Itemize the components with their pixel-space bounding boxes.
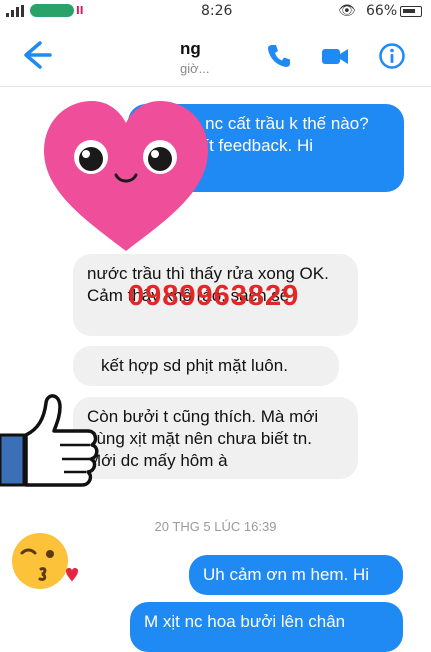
phone-number-overlay: 0989963829 (128, 280, 300, 312)
active-status: giờ... (180, 61, 210, 76)
message-bubble-incoming[interactable]: Còn bưởi t cũng thích. Mà mới dùng xịt m… (73, 397, 358, 479)
signal-icon (6, 5, 24, 17)
contact-name[interactable]: ng (180, 39, 201, 59)
battery-icon (400, 6, 422, 17)
kissing-face-emoji (12, 533, 78, 589)
clock: 8:26 (201, 3, 233, 19)
carrier-logo (30, 4, 74, 17)
phone-call-icon[interactable] (265, 42, 293, 70)
battery-percent: 66% (366, 3, 398, 19)
heart-face-sticker (44, 101, 208, 251)
eye-comfort-icon: 👁 (338, 3, 356, 19)
message-list[interactable]: bưởi và nc cất trầu k thế nào? Cho xin í… (0, 87, 431, 652)
message-bubble-outgoing[interactable]: Uh cảm ơn m hem. Hi (189, 555, 403, 595)
video-call-icon[interactable] (321, 42, 349, 70)
message-bubble-incoming[interactable]: kết hợp sd phịt mặt luôn. (73, 346, 339, 386)
info-icon[interactable] (378, 42, 406, 70)
back-arrow-icon[interactable] (18, 38, 52, 72)
carrier-label: ll (76, 4, 84, 17)
conversation-header: ng giờ... (0, 24, 431, 87)
thumbs-up-sticker (0, 394, 99, 487)
status-bar: ll 8:26 👁 66% (0, 0, 431, 24)
message-bubble-outgoing[interactable]: M xịt nc hoa bưởi lên chân (130, 602, 403, 652)
